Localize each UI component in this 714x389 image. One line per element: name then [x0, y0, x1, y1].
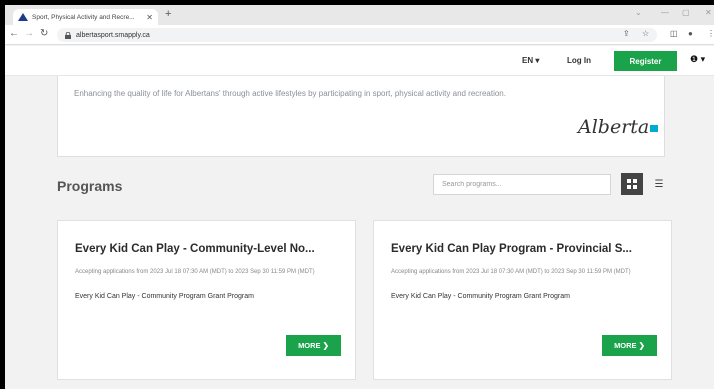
more-button[interactable]: MORE ❯ [602, 335, 657, 356]
grid-icon [627, 179, 637, 189]
search-programs-input[interactable] [433, 174, 611, 195]
new-tab-icon[interactable]: + [165, 8, 171, 20]
alberta-logo-text: Alberta [578, 116, 650, 138]
list-icon: ☰ [654, 178, 664, 190]
hero-tagline: Enhancing the quality of life for Albert… [74, 89, 506, 98]
tab-strip: Sport, Physical Activity and Recre... ✕ … [5, 5, 714, 25]
programs-heading: Programs [57, 178, 123, 194]
maximize-icon[interactable]: ▢ [682, 8, 690, 17]
info-icon[interactable]: ❶ ▾ [690, 54, 705, 65]
browser-toolbar: ← → ↻ albertasport.smapply.ca ⇪ ☆ ◫ ● ⋮ [5, 25, 714, 45]
list-view-button[interactable]: ☰ [648, 173, 670, 195]
forward-icon[interactable]: → [24, 28, 34, 39]
program-card[interactable]: Every Kid Can Play Program - Provincial … [373, 220, 672, 380]
page-content: EN ▾ Log In Register ❶ ▾ Enhancing the q… [5, 46, 714, 389]
alberta-mark-icon [650, 125, 659, 132]
login-link[interactable]: Log In [567, 56, 591, 65]
browser-window: Sport, Physical Activity and Recre... ✕ … [5, 5, 714, 389]
program-name: Every Kid Can Play - Community Program G… [391, 293, 570, 300]
more-button[interactable]: MORE ❯ [286, 335, 341, 356]
chevron-down-icon[interactable]: ⌄ [635, 8, 642, 17]
program-title[interactable]: Every Kid Can Play - Community-Level No.… [75, 243, 345, 255]
address-bar[interactable]: albertasport.smapply.ca ⇪ ☆ [57, 28, 657, 42]
back-icon[interactable]: ← [9, 28, 19, 39]
url-text: albertasport.smapply.ca [76, 31, 150, 39]
program-card[interactable]: Every Kid Can Play - Community-Level No.… [57, 220, 356, 380]
site-favicon-icon [18, 13, 28, 21]
program-name: Every Kid Can Play - Community Program G… [75, 293, 254, 300]
grid-view-button[interactable] [621, 173, 643, 195]
tab-close-icon[interactable]: ✕ [146, 13, 153, 22]
alberta-logo: Alberta [578, 116, 659, 138]
menu-icon[interactable]: ⋮ [707, 29, 714, 38]
program-title[interactable]: Every Kid Can Play Program - Provincial … [391, 243, 661, 255]
bookmark-star-icon[interactable]: ☆ [642, 29, 649, 38]
close-window-icon[interactable]: ✕ [705, 8, 712, 17]
language-selector[interactable]: EN ▾ [522, 56, 539, 65]
register-button[interactable]: Register [614, 51, 677, 71]
tab-title: Sport, Physical Activity and Recre... [32, 13, 135, 21]
site-header: EN ▾ Log In Register ❶ ▾ [5, 46, 714, 76]
program-dates: Accepting applications from 2023 Jul 18 … [391, 269, 631, 275]
reload-icon[interactable]: ↻ [40, 28, 48, 39]
sidebar-icon[interactable]: ◫ [670, 29, 678, 38]
minimize-icon[interactable]: — [661, 8, 669, 17]
share-icon[interactable]: ⇪ [623, 29, 630, 38]
browser-tab[interactable]: Sport, Physical Activity and Recre... ✕ [13, 9, 158, 25]
hero-banner: Enhancing the quality of life for Albert… [57, 76, 665, 157]
lock-icon [65, 31, 71, 39]
profile-icon[interactable]: ● [688, 29, 693, 38]
program-dates: Accepting applications from 2023 Jul 18 … [75, 269, 315, 275]
